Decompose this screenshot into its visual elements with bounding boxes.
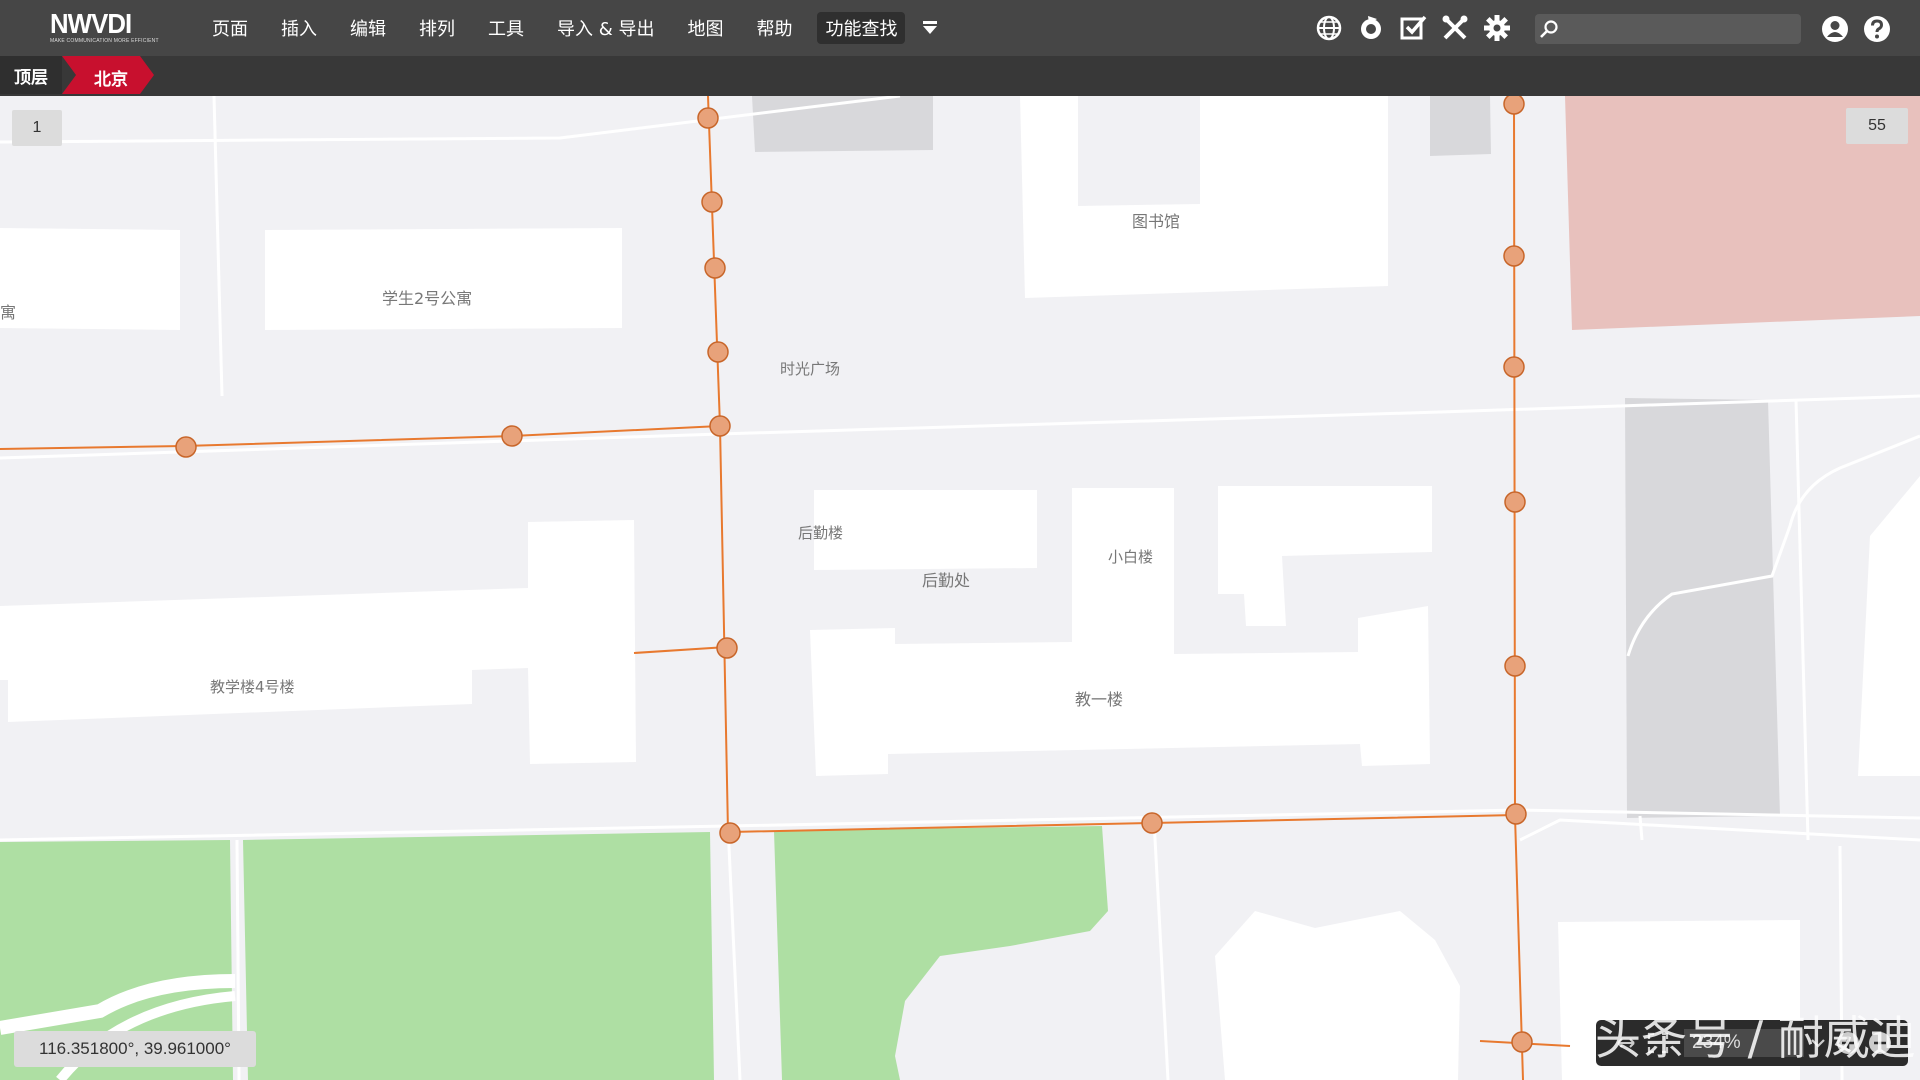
menu-arrange[interactable]: 排列 xyxy=(419,15,455,41)
map-canvas[interactable]: 图书馆 学生2号公寓 寓 时光广场 后勤楼 后勤处 小白楼 教学楼4号楼 教一楼… xyxy=(0,96,1920,1080)
main-menu: 页面 插入 编辑 排列 工具 导入 & 导出 地图 帮助 功能查找 xyxy=(212,0,941,56)
menu-expand-icon[interactable] xyxy=(919,17,941,39)
menu-help[interactable]: 帮助 xyxy=(756,15,792,41)
page-number-right: 55 xyxy=(1846,108,1908,144)
menu-tools[interactable]: 工具 xyxy=(488,15,524,41)
map-label-dorm-partial: 寓 xyxy=(0,303,17,322)
app-logo[interactable]: NWVDI MAKE COMMUNICATION MORE EFFICIENT xyxy=(50,10,162,46)
user-icon[interactable] xyxy=(1820,14,1850,44)
map-label-plaza: 时光广场 xyxy=(780,360,841,378)
breadcrumb-beijing[interactable]: 北京 xyxy=(62,56,154,94)
toolbar-icons xyxy=(1313,12,1523,44)
checkbox-edit-icon[interactable] xyxy=(1397,12,1429,44)
search-box xyxy=(1535,14,1801,44)
menu-feature-search[interactable]: 功能查找 xyxy=(817,12,906,44)
globe-icon[interactable] xyxy=(1313,12,1345,44)
search-icon xyxy=(1535,14,1563,44)
map-label-logistics-building: 后勤楼 xyxy=(798,524,844,542)
map-label-library: 图书馆 xyxy=(1132,212,1181,231)
menu-map[interactable]: 地图 xyxy=(687,15,723,41)
map-label-dorm2: 学生2号公寓 xyxy=(382,289,473,308)
coordinate-readout: 116.351800°, 39.961000° xyxy=(14,1031,256,1067)
refresh-icon[interactable] xyxy=(1355,12,1387,44)
help-icon[interactable] xyxy=(1862,14,1892,44)
breadcrumb: 顶层 北京 xyxy=(0,56,1920,96)
watermark-text: 头条号 / 耐威迪 xyxy=(1595,1011,1916,1065)
menu-edit[interactable]: 编辑 xyxy=(350,15,386,41)
map-label-logistics-office: 后勤处 xyxy=(922,571,971,590)
logo-text: NWVDI xyxy=(50,8,132,39)
page-number-left: 1 xyxy=(12,110,62,146)
search-input[interactable] xyxy=(1563,15,1801,43)
breadcrumb-top-level[interactable]: 顶层 xyxy=(0,56,62,94)
gear-icon[interactable] xyxy=(1481,12,1513,44)
tools-icon[interactable] xyxy=(1439,12,1471,44)
map-label-white-building: 小白楼 xyxy=(1108,548,1154,566)
menu-insert[interactable]: 插入 xyxy=(281,15,317,41)
menu-import-export[interactable]: 导入 & 导出 xyxy=(557,15,654,41)
breadcrumb-beijing-label: 北京 xyxy=(94,70,128,90)
map-label-teaching-building-1: 教一楼 xyxy=(1075,690,1124,709)
top-toolbar: NWVDI MAKE COMMUNICATION MORE EFFICIENT … xyxy=(0,0,1920,56)
map-label-teaching-building-4: 教学楼4号楼 xyxy=(210,678,295,696)
menu-page[interactable]: 页面 xyxy=(212,15,248,41)
breadcrumb-top-label: 顶层 xyxy=(14,67,48,88)
